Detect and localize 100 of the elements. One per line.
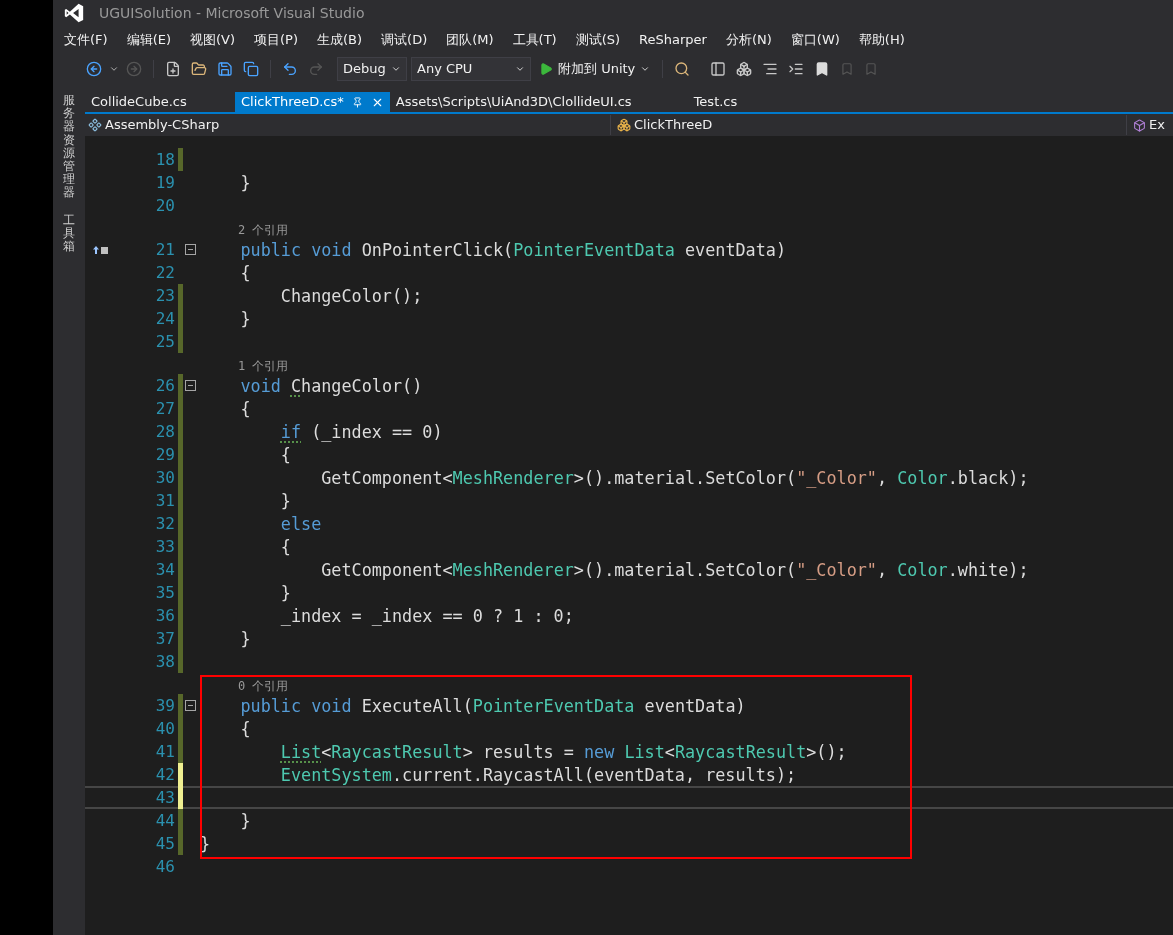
code-editor[interactable] <box>85 136 1173 935</box>
line-number: 22 <box>154 261 175 284</box>
code-line: public void ExecuteAll(PointerEventData eventData) <box>239 695 746 716</box>
menu-item[interactable]: 窗口(W) <box>785 29 845 51</box>
line-number: 40 <box>154 717 175 740</box>
indent-icon <box>788 61 805 77</box>
menu-item[interactable]: 调试(D) <box>376 29 433 51</box>
class-icon <box>617 118 631 132</box>
code-line: GetComponent<MeshRenderer>().material.SetColor("_Color", Color.white); <box>320 559 1029 580</box>
code-line: { <box>239 262 251 283</box>
line-number: 36 <box>154 604 175 627</box>
caret-icon <box>640 64 651 74</box>
line-number: 23 <box>154 284 175 307</box>
menu-item[interactable]: 项目(P) <box>249 29 303 51</box>
redo-icon <box>308 61 324 77</box>
line-number: 18 <box>154 148 175 171</box>
line-number: 46 <box>154 855 175 878</box>
code-line: { <box>239 398 251 419</box>
code-line: List<RaycastResult> results = new List<RaycastResult>(); <box>279 741 847 762</box>
caret-icon <box>391 64 401 74</box>
reference-count[interactable]: 2 个引用 <box>238 222 289 238</box>
project-dropdown[interactable]: Assembly-CSharp <box>85 115 611 135</box>
new-file-icon <box>165 61 181 77</box>
code-line: } <box>279 490 291 511</box>
line-number: 31 <box>154 489 175 512</box>
bookmark-icon <box>840 62 855 76</box>
override-arrow-icon[interactable] <box>93 244 109 255</box>
menu-item[interactable]: 帮助(H) <box>853 29 910 51</box>
code-line: else <box>279 513 322 534</box>
code-line: void ChangeColor() <box>239 375 423 396</box>
side-panel-tab[interactable]: 工具箱 <box>63 213 75 254</box>
code-line: } <box>239 308 251 329</box>
collapse-icon[interactable] <box>185 380 196 391</box>
line-number: 32 <box>154 512 175 535</box>
stacked-pages-icon <box>243 61 259 77</box>
menu-item[interactable]: 视图(V) <box>185 29 241 51</box>
line-number: 39 <box>154 694 175 717</box>
project-icon <box>88 118 102 132</box>
app-logo-icon <box>63 2 85 24</box>
code-line: public void OnPointerClick(PointerEventData eventData) <box>239 239 787 260</box>
platform-dropdown[interactable]: Any CPU <box>411 57 531 81</box>
code-line: } <box>239 628 251 649</box>
menu-item[interactable]: ReSharper <box>634 29 712 51</box>
line-number: 24 <box>154 307 175 330</box>
code-line: if (_index == 0) <box>279 421 443 442</box>
line-number: 20 <box>154 194 175 217</box>
code-line: { <box>279 536 291 557</box>
type-dropdown[interactable]: ClickThreeD <box>611 115 1127 135</box>
code-line: } <box>200 833 211 854</box>
caret-icon <box>515 64 525 74</box>
code-line: _index = _index == 0 ? 1 : 0; <box>279 605 574 626</box>
line-number: 34 <box>154 558 175 581</box>
menu-item[interactable]: 团队(M) <box>441 29 499 51</box>
cube-icon <box>1133 118 1146 132</box>
configuration-dropdown[interactable]: Debug <box>337 57 407 81</box>
menu-item[interactable]: 生成(B) <box>312 29 368 51</box>
line-number: 45 <box>154 832 175 855</box>
line-number: 37 <box>154 627 175 650</box>
code-line: } <box>279 582 291 603</box>
reference-count[interactable]: 0 个引用 <box>238 678 289 694</box>
panel-icon <box>710 61 727 77</box>
line-number: 28 <box>154 420 175 443</box>
file-tab[interactable]: Assets\Scripts\UiAnd3D\ClollideUI.cs <box>389 92 638 112</box>
line-number: 43 <box>154 786 175 809</box>
collapse-icon[interactable] <box>185 244 196 255</box>
line-number: 21 <box>154 238 175 261</box>
code-line: { <box>279 444 291 465</box>
menu-item[interactable]: 测试(S) <box>570 29 626 51</box>
line-number: 19 <box>154 171 175 194</box>
line-number: 26 <box>154 374 175 397</box>
pin-icon[interactable] <box>351 96 363 108</box>
file-tab[interactable]: Test.cs <box>687 92 744 112</box>
attach-button[interactable]: 附加到 Unity <box>535 57 655 81</box>
reference-count[interactable]: 1 个引用 <box>238 358 289 374</box>
play-icon <box>539 62 553 76</box>
bookmark-icon <box>864 62 879 76</box>
folder-icon <box>191 61 207 77</box>
code-line: EventSystem.current.RaycastAll(eventData, results); <box>279 764 797 785</box>
search-icon <box>674 61 691 77</box>
menu-item[interactable]: 编辑(E) <box>121 29 176 51</box>
caret-icon <box>109 64 119 74</box>
menu-item[interactable]: 分析(N) <box>720 29 777 51</box>
member-dropdown[interactable]: Ex <box>1127 115 1173 135</box>
code-line: GetComponent<MeshRenderer>().material.SetColor("_Color", Color.black); <box>320 467 1029 488</box>
collapse-icon[interactable] <box>185 700 196 711</box>
side-panel-tab[interactable]: 服务器资源管理器 <box>63 94 75 200</box>
code-line: } <box>239 810 251 831</box>
file-tab[interactable]: ClickThreeD.cs* <box>235 92 390 112</box>
line-number: 41 <box>154 740 175 763</box>
code-line: } <box>239 172 251 193</box>
line-number: 27 <box>154 397 175 420</box>
boxes-icon <box>736 61 753 77</box>
code-line: { <box>239 718 251 739</box>
code-line: ChangeColor(); <box>279 285 423 306</box>
line-number: 35 <box>154 581 175 604</box>
menu-item[interactable]: 工具(T) <box>507 29 562 51</box>
menu-item[interactable]: 文件(F) <box>59 29 113 51</box>
file-tab[interactable]: CollideCube.cs <box>85 92 235 112</box>
undo-icon <box>282 61 298 77</box>
window-title: UGUISolution - Microsoft Visual Studio <box>99 3 365 23</box>
